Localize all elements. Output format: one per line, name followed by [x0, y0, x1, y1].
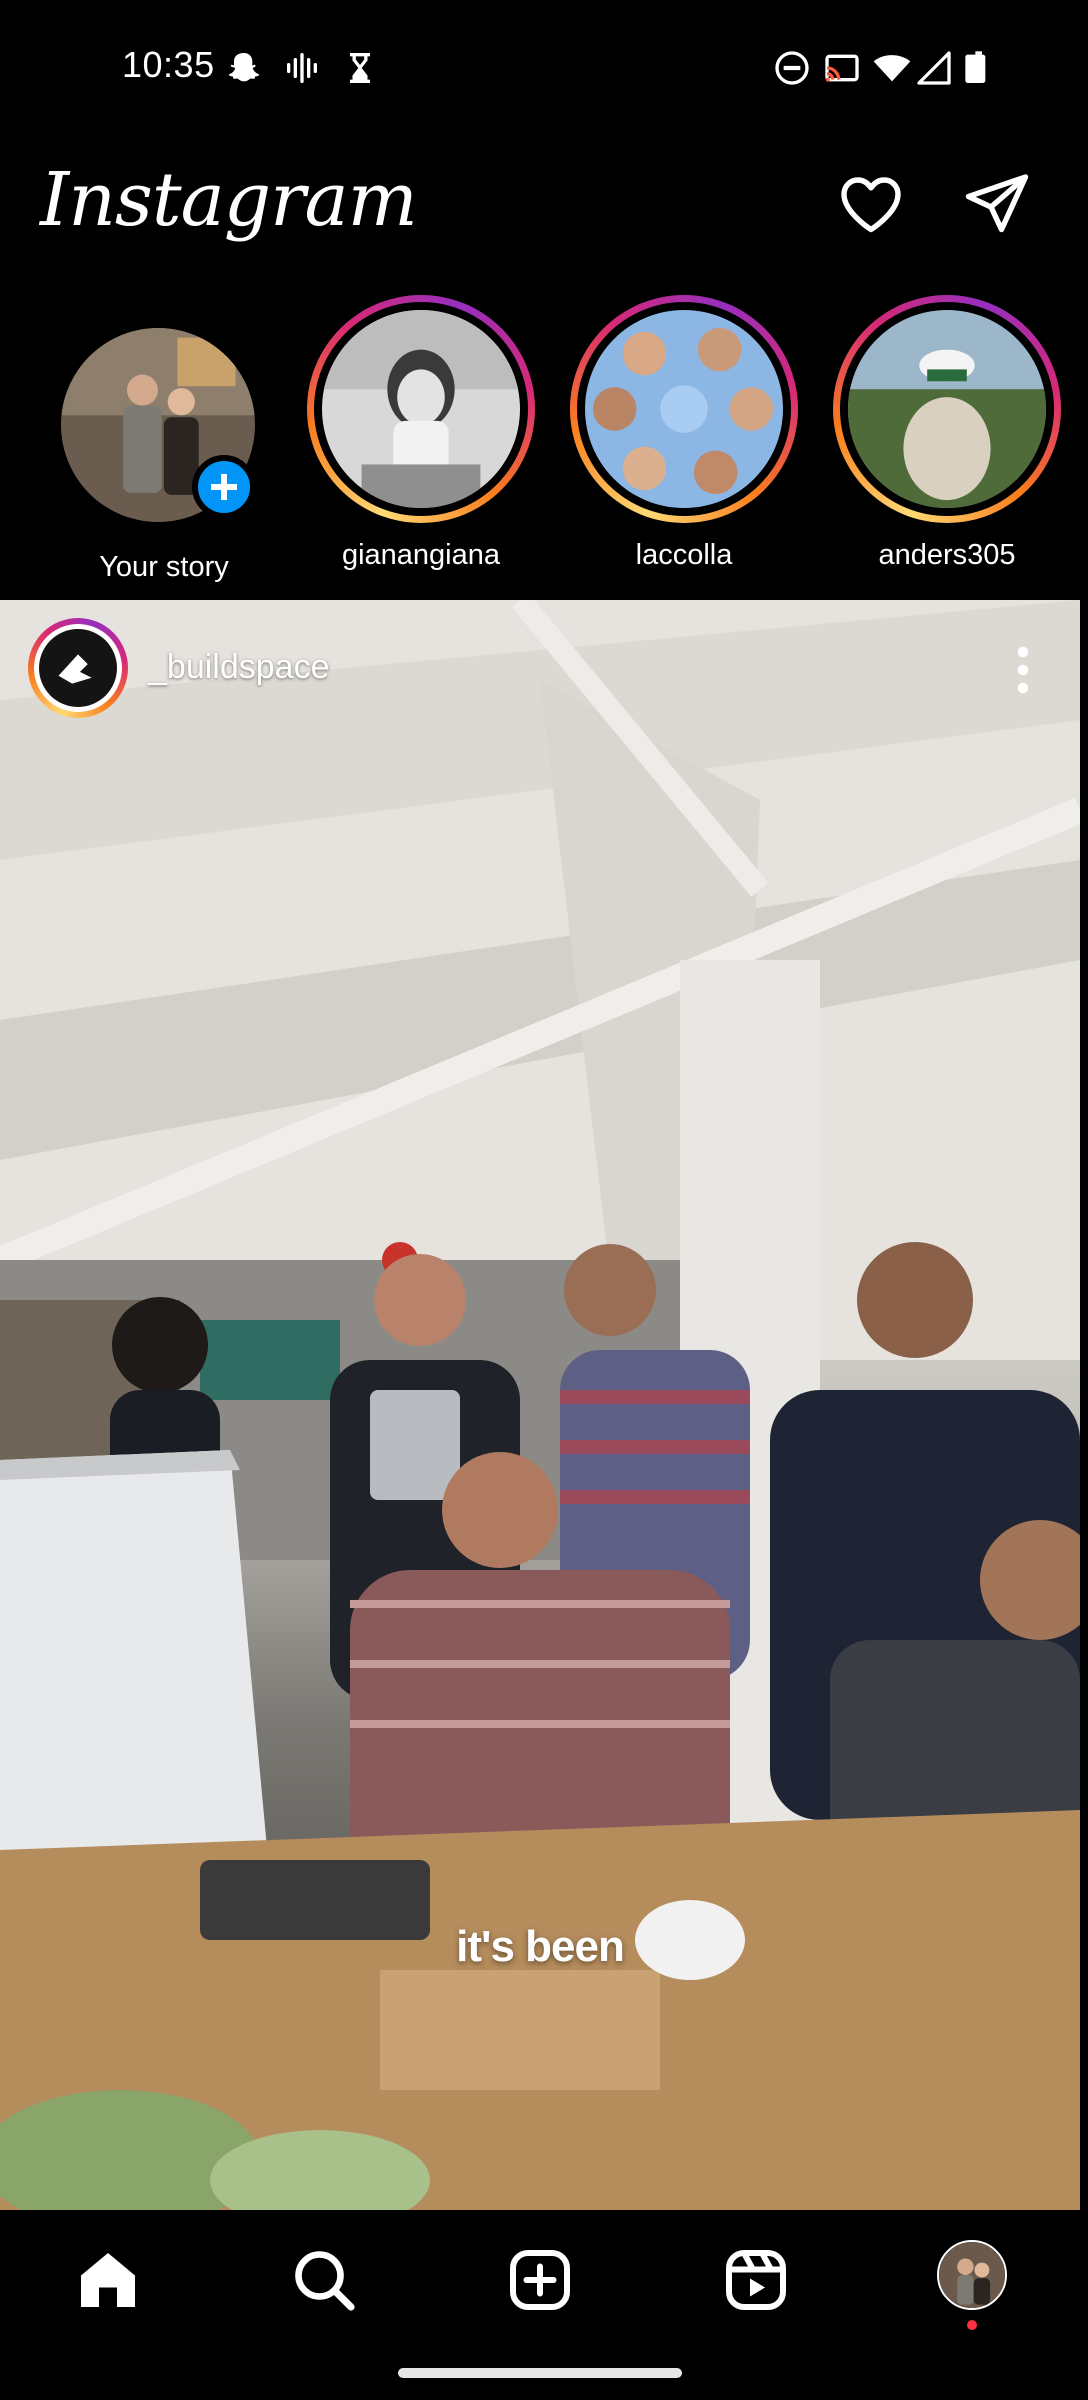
story-label: laccolla [635, 539, 733, 571]
feed-post[interactable]: _buildspace it's been [0, 600, 1080, 2210]
status-bar: 10:35 [0, 0, 1088, 135]
story-anders305[interactable]: anders305 [833, 295, 1073, 595]
post-header: _buildspace [0, 600, 1080, 740]
search-icon[interactable] [288, 2244, 360, 2316]
story-avatar [322, 310, 520, 508]
story-avatar [848, 310, 1046, 508]
direct-message-icon[interactable] [961, 168, 1033, 240]
notification-dot [967, 2320, 977, 2330]
voicemail-icon [282, 48, 322, 88]
story-label: gianangiana [341, 539, 501, 571]
video-caption-overlay: it's been [456, 1922, 625, 1971]
bottom-nav [0, 2210, 1088, 2400]
reels-icon[interactable] [720, 2244, 792, 2316]
more-vertical-icon[interactable] [1005, 640, 1041, 700]
story-your-story[interactable]: Your story [40, 295, 280, 595]
profile-avatar[interactable] [937, 2240, 1007, 2310]
instagram-logo[interactable]: Instagram [40, 157, 418, 243]
story-label: anders305 [878, 539, 1016, 571]
battery-icon [962, 48, 1002, 88]
snapchat-icon [224, 48, 264, 88]
app-header: Instagram [0, 135, 1088, 285]
stories-tray: Your story gianangiana laccolla anders30… [0, 285, 1088, 600]
signal-icon [914, 48, 954, 88]
hourglass-icon [340, 48, 380, 88]
story-laccolla[interactable]: laccolla [570, 295, 810, 595]
home-icon[interactable] [72, 2244, 144, 2316]
post-author-avatar[interactable] [28, 618, 128, 718]
story-avatar [585, 310, 783, 508]
heart-icon[interactable] [835, 168, 907, 240]
cast-icon [822, 48, 862, 88]
story-label: Your story [99, 551, 229, 583]
add-story-button[interactable] [192, 455, 256, 519]
gesture-home-indicator[interactable] [398, 2368, 682, 2378]
story-gianangiana[interactable]: gianangiana [307, 295, 547, 595]
post-username[interactable]: _buildspace [148, 648, 329, 687]
status-time: 10:35 [122, 44, 215, 85]
create-icon[interactable] [504, 2244, 576, 2316]
do-not-disturb-icon [772, 48, 812, 88]
wifi-icon [872, 48, 912, 88]
